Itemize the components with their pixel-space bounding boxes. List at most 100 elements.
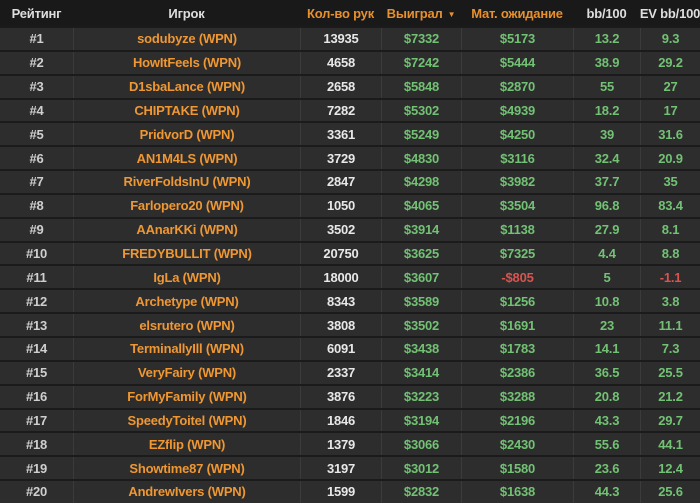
player-link[interactable]: FREDYBULLIT (WPN)	[73, 242, 300, 265]
hands-cell: 13935	[300, 28, 381, 50]
rank-cell: #13	[25, 317, 48, 333]
ev-cell: $3504	[461, 194, 573, 217]
table-row: #5 PridvorD (WPN) 3361 $5249 $4250 39 31.6	[0, 121, 700, 146]
rank-cell: #5	[29, 126, 44, 142]
player-link[interactable]: HowItFeels (WPN)	[73, 51, 300, 74]
bb100-cell: 96.8	[573, 194, 640, 217]
table-row: #12 Archetype (WPN) 8343 $3589 $1256 10.8 3.8	[0, 288, 700, 313]
table-row: #13 elsrutero (WPN) 3808 $3502 $1691 23 11.1	[0, 312, 700, 336]
table-row: #18 EZflip (WPN) 1379 $3066 $2430 55.6 44.1	[0, 431, 700, 456]
hands-cell: 3502	[300, 218, 381, 241]
column-header-hands[interactable]: Кол-во рук	[300, 0, 381, 26]
evbb100-cell: 35	[640, 171, 700, 193]
player-link[interactable]: EZflip (WPN)	[73, 433, 300, 456]
won-cell: $3194	[381, 409, 461, 432]
evbb100-cell: 29.2	[640, 51, 700, 74]
table-row: #15 VeryFairy (WPN) 2337 $3414 $2386 36.5 25.5	[0, 359, 700, 384]
ev-cell: $1783	[461, 337, 573, 360]
column-header-rank[interactable]: Рейтинг	[0, 0, 73, 26]
table-row: #3 D1sbaLance (WPN) 2658 $5848 $2870 55 27	[0, 73, 700, 98]
bb100-cell: 23	[573, 314, 640, 336]
player-link[interactable]: Showtime87 (WPN)	[73, 457, 300, 480]
player-link[interactable]: AN1M4LS (WPN)	[73, 147, 300, 170]
column-header-ev[interactable]: Мат. ожидание	[461, 0, 573, 26]
player-link[interactable]: TerminallyIll (WPN)	[73, 337, 300, 360]
rank-cell: #17	[25, 412, 48, 428]
ev-cell: $2196	[461, 409, 573, 432]
bb100-cell: 32.4	[573, 147, 640, 170]
rank-cell: #6	[29, 150, 44, 166]
bb100-cell: 13.2	[573, 28, 640, 50]
player-link[interactable]: SpeedyToitel (WPN)	[73, 409, 300, 432]
won-cell: $3438	[381, 337, 461, 360]
evbb100-cell: 29.7	[640, 409, 700, 432]
won-cell: $3012	[381, 457, 461, 480]
bb100-cell: 5	[573, 266, 640, 289]
evbb100-cell: 21.2	[640, 385, 700, 408]
table-row: #4 CHIPTAKE (WPN) 7282 $5302 $4939 18.2 17	[0, 97, 700, 122]
ev-cell: $2870	[461, 75, 573, 98]
ev-cell: $1691	[461, 314, 573, 336]
player-link[interactable]: RiverFoldsInU (WPN)	[73, 171, 300, 193]
won-cell: $7242	[381, 51, 461, 74]
evbb100-cell: 12.4	[640, 457, 700, 480]
evbb100-cell: 25.6	[640, 481, 700, 503]
won-cell: $3066	[381, 433, 461, 456]
leaderboard-table: Рейтинг Игрок Кол-во рук Выиграл ▼ Мат. …	[0, 0, 700, 503]
rank-cell: #18	[25, 436, 48, 452]
won-cell: $4065	[381, 194, 461, 217]
player-link[interactable]: Archetype (WPN)	[73, 290, 300, 313]
bb100-cell: 10.8	[573, 290, 640, 313]
column-header-evbb100[interactable]: EV bb/100	[640, 0, 700, 26]
won-cell: $3414	[381, 361, 461, 384]
evbb100-cell: 7.3	[640, 337, 700, 360]
player-link[interactable]: VeryFairy (WPN)	[73, 361, 300, 384]
table-row: #20 AndrewIvers (WPN) 1599 $2832 $1638 44.3 25…	[0, 479, 700, 503]
rank-cell: #3	[29, 79, 44, 95]
rank-cell: #4	[29, 102, 44, 118]
bb100-cell: 23.6	[573, 457, 640, 480]
player-link[interactable]: AndrewIvers (WPN)	[73, 481, 300, 503]
player-link[interactable]: elsrutero (WPN)	[73, 314, 300, 336]
player-link[interactable]: AAnarKKi (WPN)	[73, 218, 300, 241]
hands-cell: 2337	[300, 361, 381, 384]
won-cell: $3607	[381, 266, 461, 289]
hands-cell: 3361	[300, 123, 381, 146]
table-row: #8 Farlopero20 (WPN) 1050 $4065 $3504 96.8 83.…	[0, 192, 700, 217]
player-link[interactable]: CHIPTAKE (WPN)	[73, 99, 300, 122]
ev-cell: -$805	[461, 266, 573, 289]
evbb100-cell: 27	[640, 75, 700, 98]
evbb100-cell: 11.1	[640, 314, 700, 336]
evbb100-cell: 3.8	[640, 290, 700, 313]
ev-cell: $1138	[461, 218, 573, 241]
player-link[interactable]: sodubyze (WPN)	[73, 28, 300, 50]
column-header-bb100[interactable]: bb/100	[573, 0, 640, 26]
hands-cell: 7282	[300, 99, 381, 122]
won-cell: $5249	[381, 123, 461, 146]
evbb100-cell: 9.3	[640, 28, 700, 50]
bb100-cell: 4.4	[573, 242, 640, 265]
won-cell: $5848	[381, 75, 461, 98]
evbb100-cell: 25.5	[640, 361, 700, 384]
ev-cell: $3116	[461, 147, 573, 170]
ev-cell: $3982	[461, 171, 573, 193]
evbb100-cell: 83.4	[640, 194, 700, 217]
table-row: #9 AAnarKKi (WPN) 3502 $3914 $1138 27.9 8.1	[0, 216, 700, 241]
rank-cell: #9	[29, 222, 44, 238]
won-cell: $3502	[381, 314, 461, 336]
column-header-player[interactable]: Игрок	[73, 0, 300, 26]
rank-cell: #10	[25, 246, 48, 262]
player-link[interactable]: ForMyFamily (WPN)	[73, 385, 300, 408]
bb100-cell: 27.9	[573, 218, 640, 241]
table-row: #6 AN1M4LS (WPN) 3729 $4830 $3116 32.4 20.9	[0, 145, 700, 170]
player-link[interactable]: Farlopero20 (WPN)	[73, 194, 300, 217]
hands-cell: 2847	[300, 171, 381, 193]
player-link[interactable]: D1sbaLance (WPN)	[73, 75, 300, 98]
player-link[interactable]: PridvorD (WPN)	[73, 123, 300, 146]
bb100-cell: 55	[573, 75, 640, 98]
bb100-cell: 39	[573, 123, 640, 146]
won-cell: $7332	[381, 28, 461, 50]
player-link[interactable]: IgLa (WPN)	[73, 266, 300, 289]
column-header-won[interactable]: Выиграл ▼	[381, 0, 461, 26]
rank-cell: #14	[25, 341, 48, 357]
